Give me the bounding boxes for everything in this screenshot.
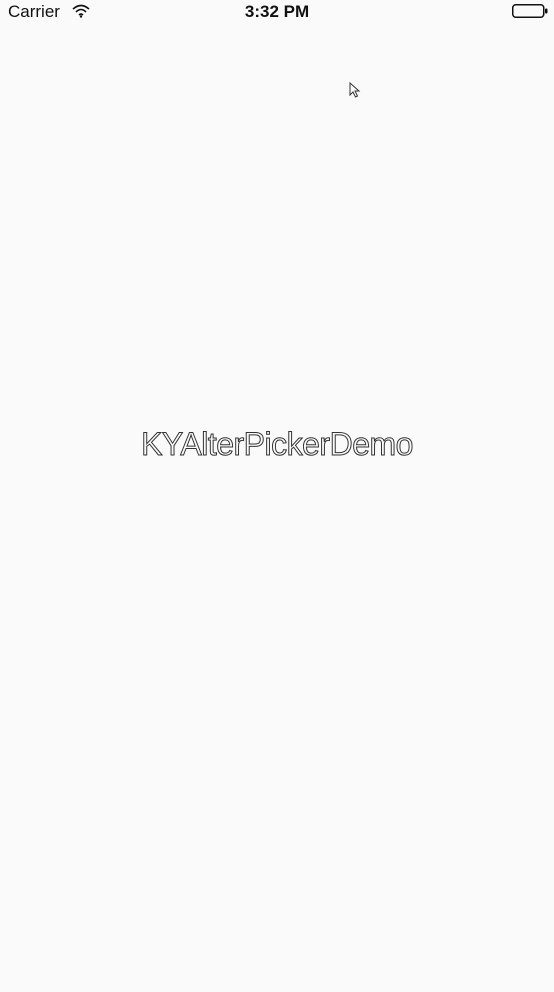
- launch-screen: Carrier 3:32 PM KYAlterPickerDemo: [0, 0, 554, 992]
- status-time: 3:32 PM: [244, 2, 310, 21]
- status-bar: Carrier 3:32 PM: [0, 0, 554, 24]
- battery-icon: [512, 4, 548, 18]
- mouse-cursor-icon: [349, 81, 361, 98]
- app-title: KYAlterPickerDemo: [141, 426, 414, 463]
